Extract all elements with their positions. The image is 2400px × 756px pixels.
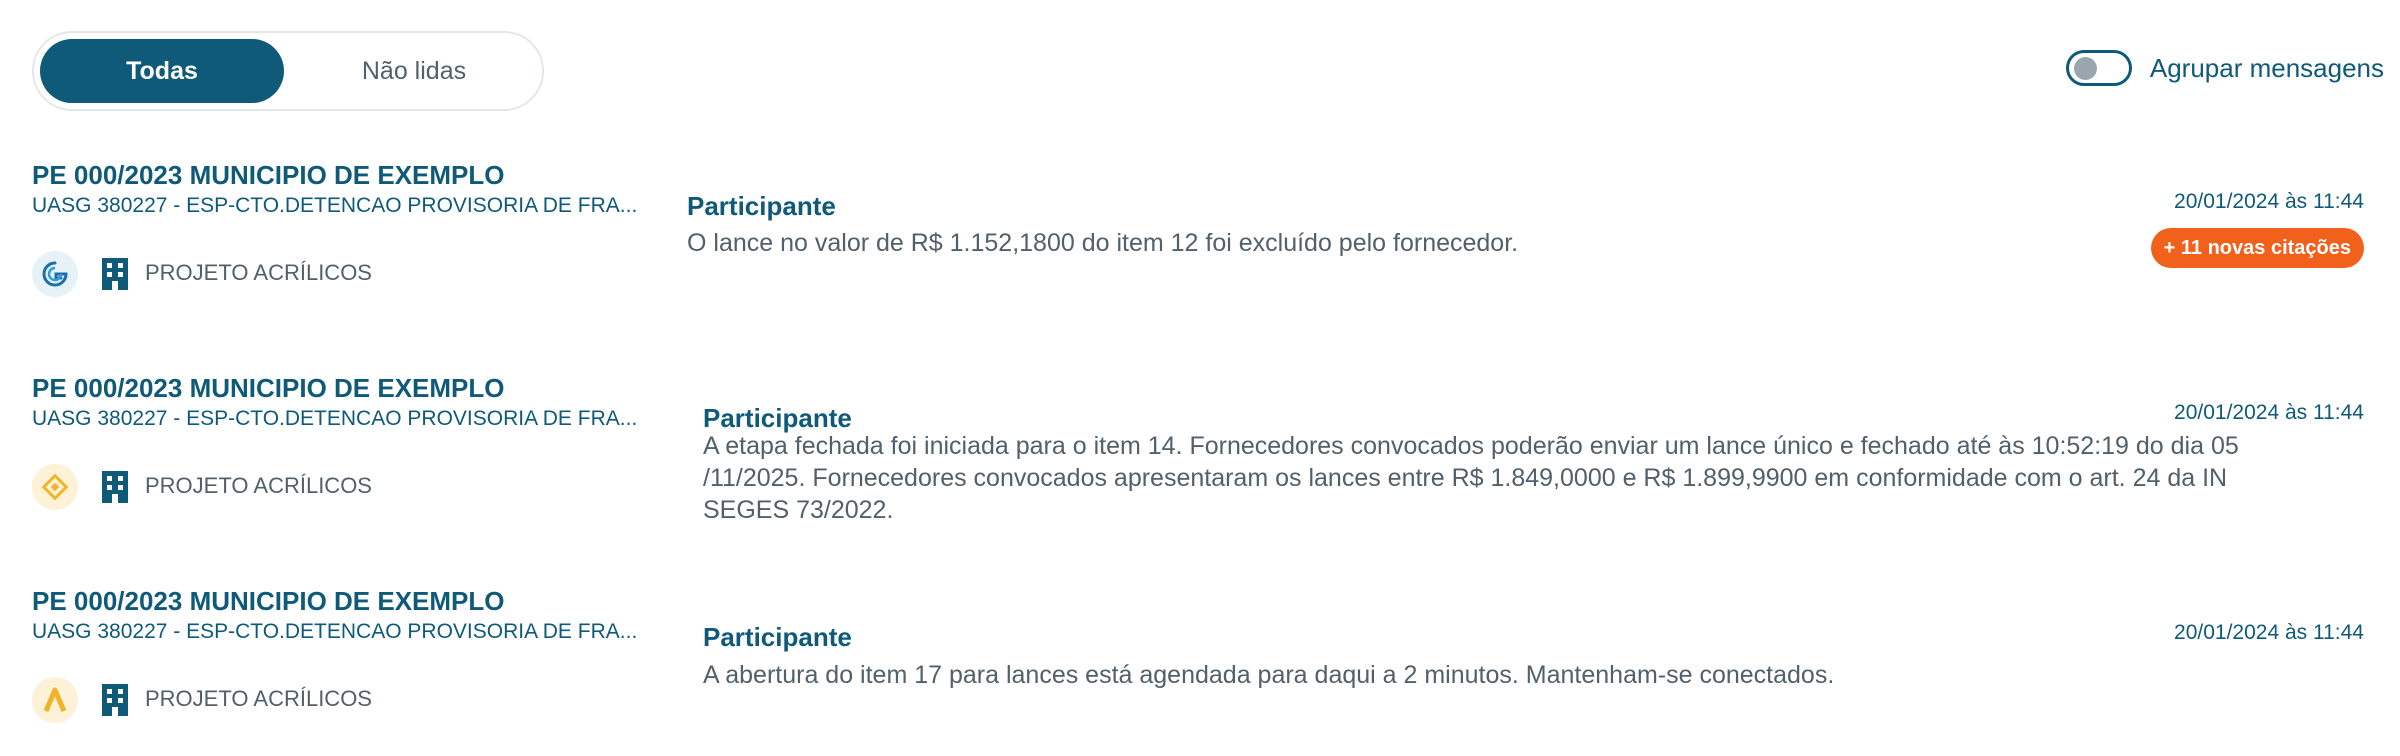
message-date: 20/01/2024 às 11:44 <box>2174 401 2364 424</box>
tab-all[interactable]: Todas <box>40 39 284 103</box>
toggle-knob <box>2073 57 2097 80</box>
group-messages-toggle[interactable] <box>2065 50 2132 86</box>
chevron-platform-icon <box>32 677 78 723</box>
process-title: PE 000/2023 MUNICIPIO DE EXEMPLO <box>32 160 505 190</box>
building-icon <box>100 469 130 503</box>
group-messages-control: Agrupar mensagens <box>2065 50 2384 86</box>
project-name: PROJETO ACRÍLICOS <box>145 686 372 711</box>
message-sender: Participante <box>703 622 852 652</box>
project-name: PROJETO ACRÍLICOS <box>145 260 372 285</box>
gov-platform-icon <box>32 251 78 297</box>
message-sender: Participante <box>687 191 836 221</box>
message-text-line: SEGES 73/2022. <box>703 496 894 524</box>
process-subtitle: UASG 380227 - ESP-CTO.DETENCAO PROVISORI… <box>32 620 638 643</box>
message-text-line: A etapa fechada foi iniciada para o item… <box>703 432 2239 460</box>
message-date: 20/01/2024 às 11:44 <box>2174 190 2364 213</box>
message-text-line: /11/2025. Fornecedores convocados aprese… <box>703 464 2228 492</box>
message-text: A abertura do item 17 para lances está a… <box>703 661 1835 689</box>
new-citations-badge[interactable]: + 11 novas citações <box>2150 228 2364 268</box>
group-messages-label[interactable]: Agrupar mensagens <box>2150 53 2384 84</box>
filter-tabs: Todas Não lidas <box>32 31 544 111</box>
process-subtitle: UASG 380227 - ESP-CTO.DETENCAO PROVISORI… <box>32 194 638 217</box>
process-title: PE 000/2023 MUNICIPIO DE EXEMPLO <box>32 586 505 616</box>
message-text: A etapa fechada foi iniciada para o item… <box>703 430 2239 526</box>
project-name: PROJETO ACRÍLICOS <box>145 473 372 498</box>
process-subtitle: UASG 380227 - ESP-CTO.DETENCAO PROVISORI… <box>32 407 638 430</box>
building-icon <box>100 256 130 290</box>
diamond-platform-icon <box>32 464 78 510</box>
building-icon <box>100 682 130 716</box>
message-text: O lance no valor de R$ 1.152,1800 do ite… <box>687 229 1519 257</box>
tab-unread[interactable]: Não lidas <box>292 39 536 103</box>
message-date: 20/01/2024 às 11:44 <box>2174 621 2364 644</box>
process-title: PE 000/2023 MUNICIPIO DE EXEMPLO <box>32 373 505 403</box>
